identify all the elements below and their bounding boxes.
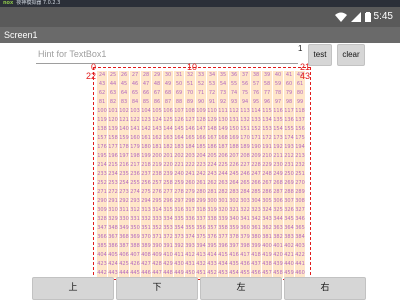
textbox1-input[interactable]: Hint for TextBox1 [36, 46, 298, 64]
clock: 5:45 [373, 11, 393, 22]
selection-dashed-border [93, 67, 311, 280]
direction-buttons: 上 下 左 右 [32, 277, 368, 300]
test-button[interactable]: test [308, 44, 332, 66]
down-button[interactable]: 下 [116, 277, 198, 300]
count-label: 1 [298, 44, 303, 53]
wifi-icon [335, 12, 347, 22]
corner-label-row-left: 22 [86, 71, 97, 81]
corner-label-top-center: 10 [187, 62, 198, 72]
signal-icon [351, 12, 361, 22]
up-button[interactable]: 上 [32, 277, 114, 300]
screen-title-bar: Screen1 [0, 27, 400, 43]
screen-title: Screen1 [4, 30, 38, 40]
nox-logo: nox [3, 0, 14, 6]
right-button[interactable]: 右 [284, 277, 366, 300]
battery-icon [365, 12, 371, 22]
emulator-title: 夜神模拟器 7.0.2.3 [16, 0, 61, 6]
corner-label-row-right: 43 [300, 71, 311, 81]
emulator-title-bar: nox 夜神模拟器 7.0.2.3 [0, 0, 400, 7]
clear-button[interactable]: clear [337, 44, 365, 66]
status-bar: 5:45 [0, 7, 400, 27]
left-button[interactable]: 左 [200, 277, 282, 300]
